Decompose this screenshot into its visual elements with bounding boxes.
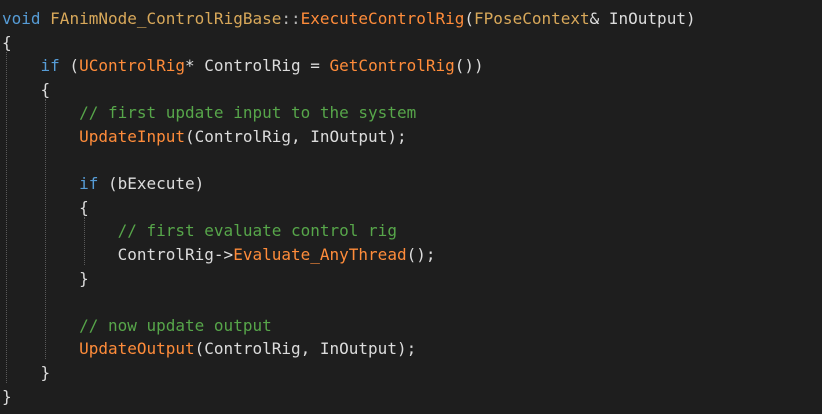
code-token: UpdateInput bbox=[79, 127, 186, 146]
code-line[interactable]: { bbox=[2, 78, 51, 101]
code-token: void bbox=[2, 9, 41, 28]
code-token: FAnimNode_ControlRigBase bbox=[50, 9, 282, 28]
code-line[interactable]: void FAnimNode_ControlRigBase::ExecuteCo… bbox=[2, 7, 696, 30]
code-token: ()) bbox=[454, 56, 484, 76]
code-line[interactable]: } bbox=[2, 267, 89, 290]
code-line[interactable]: } bbox=[2, 361, 51, 384]
code-line[interactable]: { bbox=[2, 196, 89, 219]
code-token: } bbox=[2, 386, 12, 406]
code-token: Evaluate_AnyThread bbox=[233, 245, 407, 264]
code-line[interactable]: // now update output bbox=[2, 314, 272, 337]
code-token: // now update output bbox=[2, 315, 272, 335]
code-token: } bbox=[2, 363, 51, 382]
code-token: ControlRig-> bbox=[2, 245, 234, 264]
code-token: UControlRig bbox=[79, 56, 186, 76]
code-token: } bbox=[2, 268, 89, 288]
code-token: FPoseContext bbox=[474, 9, 590, 28]
code-line[interactable]: UpdateInput(ControlRig, InOutput); bbox=[2, 125, 407, 148]
code-token: & InOutput) bbox=[589, 9, 696, 28]
code-token: // first evaluate control rig bbox=[2, 221, 397, 241]
code-line[interactable]: { bbox=[2, 31, 12, 54]
code-token: GetControlRig bbox=[329, 56, 455, 76]
code-token: ExecuteControlRig bbox=[300, 9, 465, 28]
code-token: ( bbox=[59, 56, 80, 76]
code-token: * ControlRig = bbox=[185, 56, 330, 76]
code-line[interactable]: UpdateOutput(ControlRig, InOutput); bbox=[2, 337, 416, 360]
code-token: // first update input to the system bbox=[2, 103, 417, 123]
code-line[interactable]: } bbox=[2, 385, 12, 408]
code-token: if bbox=[79, 174, 99, 194]
code-line[interactable]: if (bExecute) bbox=[2, 172, 204, 195]
code-token: (ControlRig, InOutput); bbox=[194, 339, 417, 359]
code-token: { bbox=[2, 197, 89, 217]
code-line[interactable]: ControlRig->Evaluate_AnyThread(); bbox=[2, 243, 436, 266]
code-token: if bbox=[40, 56, 60, 76]
code-token: (ControlRig, InOutput); bbox=[185, 127, 407, 146]
code-token: (); bbox=[406, 245, 436, 264]
code-token: (bExecute) bbox=[98, 174, 205, 194]
code-line[interactable]: if (UControlRig* ControlRig = GetControl… bbox=[2, 54, 484, 77]
code-line[interactable]: // first evaluate control rig bbox=[2, 219, 397, 242]
code-token: { bbox=[2, 79, 51, 99]
code-token: UpdateOutput bbox=[79, 339, 195, 359]
code-token: :: bbox=[281, 9, 301, 28]
code-token: { bbox=[2, 32, 12, 52]
code-token: ( bbox=[464, 9, 475, 28]
code-line[interactable]: // first update input to the system bbox=[2, 101, 416, 124]
code-editor[interactable]: void FAnimNode_ControlRigBase::ExecuteCo… bbox=[0, 0, 822, 414]
